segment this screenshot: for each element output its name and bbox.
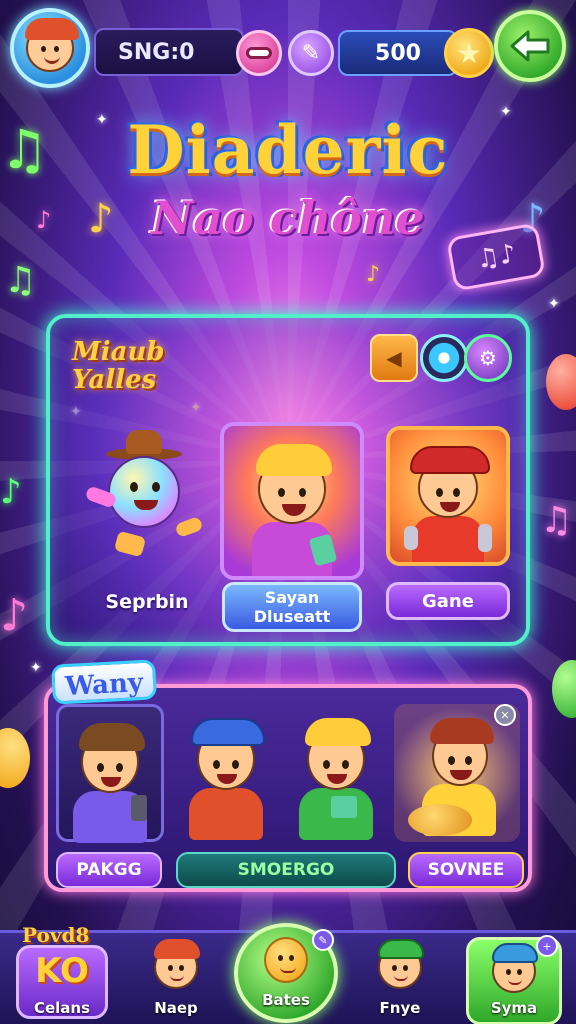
title-subtitle: Nao chône [151,191,425,245]
roster-heading: Wany [51,659,157,705]
roster-slot-4[interactable]: ✕ [394,704,520,842]
title-main: Diaderic [127,111,449,189]
smiley-icon [264,937,308,983]
avatar-icon [492,943,538,993]
music-note-icon: ♪ [0,472,22,512]
nav-item-fnye[interactable]: Fnye [350,939,450,1023]
bottom-nav: Povd8 KO Celans Naep ✎ Bates Fnye + Syma [0,923,576,1024]
nav-item-syma[interactable]: + Syma [464,935,564,1024]
music-note-icon: ♪ [36,206,52,234]
game-title: Diaderic Nao chône [60,110,516,260]
panel-heading: Miaub Yalles [72,337,165,395]
nav-label: Syma [490,999,538,1017]
disc-icon[interactable] [420,334,468,382]
character-label-gane[interactable]: Gane [386,582,510,620]
music-note-icon: ♫ [4,260,37,301]
coins-display: 500 [338,30,458,76]
sparkle-icon: ✦ [30,660,42,676]
music-note-icon: ♫ [540,500,573,541]
profile-avatar-button[interactable] [10,8,90,88]
star-icon[interactable]: ★ [444,28,494,78]
roster-panel: ✕ PAKGG SMOERGO SOVNEE [44,684,532,892]
music-note-icon: ♪ [0,590,29,641]
sparkle-icon: ✦ [548,296,560,312]
roster-button-pakgg[interactable]: PAKGG [56,852,162,888]
character-card-sayan[interactable] [220,422,364,580]
character-portrait [291,712,381,840]
nav-item-naep[interactable]: Naep [126,939,226,1023]
nav-badge-text: Povd8 [22,923,90,947]
roster-slot-3[interactable] [282,704,390,842]
back-arrow-icon [510,30,550,62]
roster-button-smoergo[interactable]: SMOERGO [176,852,396,888]
character-label-sayan[interactable]: Sayan Dluseatt [222,582,362,632]
nav-label: Bates [262,991,310,1009]
score-display: SNG:0 [94,28,244,76]
hat-icon [408,804,472,836]
character-label-seprbin[interactable]: Seprbin [72,584,222,620]
avatar-icon [378,939,424,989]
plus-badge-icon[interactable]: ✕ [494,704,516,726]
plus-badge-icon: + [536,935,558,957]
character-portrait [398,436,498,562]
feather-icon[interactable]: ✎ [288,30,334,76]
top-bar: SNG:0 ✎ 500 ★ [8,8,568,88]
roster-slot-1[interactable] [56,704,164,843]
balloon-icon [0,728,30,788]
balloon-icon [546,354,576,410]
nav-item-celans[interactable]: Povd8 KO Celans [12,923,112,1023]
music-note-icon: ♫ [0,118,49,181]
avatar-icon [154,939,200,989]
ko-text: KO [35,951,89,991]
arrow-left-icon[interactable]: ◀ [370,334,418,382]
lips-icon[interactable] [236,30,282,76]
avatar-icon [25,18,79,72]
gear-icon[interactable]: ⚙ [464,334,512,382]
featured-characters-panel: Miaub Yalles ◀ ⚙ Seprbin Sayan Dluseatt … [46,314,530,646]
score-text: SNG:0 [118,39,195,65]
character-card-gane[interactable] [386,426,510,566]
balloon-icon [552,660,576,718]
character-creature[interactable] [84,430,206,560]
nav-label: Fnye [379,999,421,1017]
nav-label: Celans [33,999,91,1017]
character-portrait [402,712,512,838]
back-button[interactable] [494,10,566,82]
plus-badge-icon: ✎ [312,929,334,951]
music-note-icon: ♪ [366,262,381,287]
roster-button-sovnee[interactable]: SOVNEE [408,852,524,888]
roster-slot-2[interactable] [172,704,280,842]
nav-label: Naep [154,999,198,1017]
coins-value: 500 [375,40,421,66]
character-portrait [242,436,342,576]
character-portrait [65,715,155,843]
character-portrait [181,712,271,840]
nav-item-bates[interactable]: ✎ Bates [234,923,338,1023]
